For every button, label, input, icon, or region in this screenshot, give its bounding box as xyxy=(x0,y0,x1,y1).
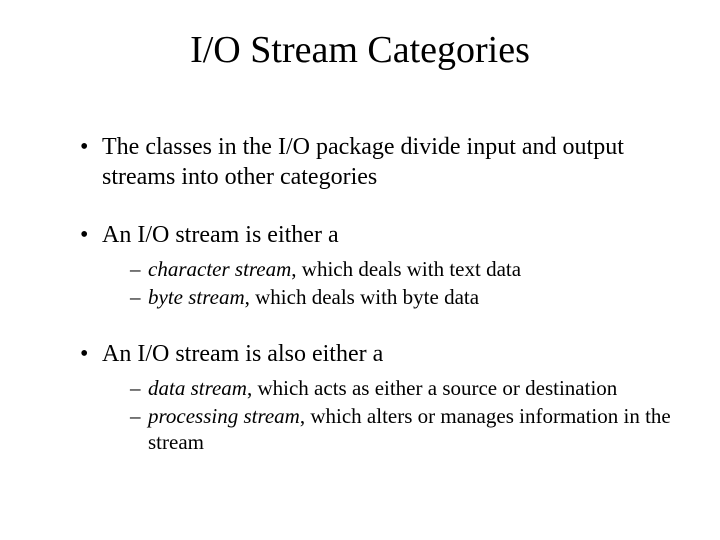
bullet-2-sub-2-rest: , which deals with byte data xyxy=(245,285,479,309)
bullet-2-sub-2-em: byte stream xyxy=(148,285,245,309)
bullet-3-sub-2-em: processing stream xyxy=(148,404,300,428)
slide: I/O Stream Categories The classes in the… xyxy=(0,0,720,540)
bullet-3-sub-1: data stream, which acts as either a sour… xyxy=(130,375,700,401)
bullet-3-sub-2: processing stream, which alters or manag… xyxy=(130,403,700,456)
bullet-2: An I/O stream is either a character stre… xyxy=(80,220,700,311)
bullet-2-text: An I/O stream is either a xyxy=(102,222,339,248)
bullet-1: The classes in the I/O package divide in… xyxy=(80,132,700,192)
bullet-2-sub-1-rest: , which deals with text data xyxy=(291,257,521,281)
bullet-3-sub-1-rest: , which acts as either a source or desti… xyxy=(247,376,617,400)
bullet-3-sub-1-em: data stream xyxy=(148,376,247,400)
bullet-3-sublist: data stream, which acts as either a sour… xyxy=(102,375,700,456)
bullet-2-sub-1-em: character stream xyxy=(148,257,291,281)
slide-title: I/O Stream Categories xyxy=(20,28,700,72)
bullet-2-sub-2: byte stream, which deals with byte data xyxy=(130,284,700,310)
bullet-2-sublist: character stream, which deals with text … xyxy=(102,256,700,311)
bullet-list: The classes in the I/O package divide in… xyxy=(20,132,700,455)
bullet-2-sub-1: character stream, which deals with text … xyxy=(130,256,700,282)
bullet-3: An I/O stream is also either a data stre… xyxy=(80,339,700,456)
bullet-3-text: An I/O stream is also either a xyxy=(102,341,383,367)
bullet-1-text: The classes in the I/O package divide in… xyxy=(102,134,624,190)
